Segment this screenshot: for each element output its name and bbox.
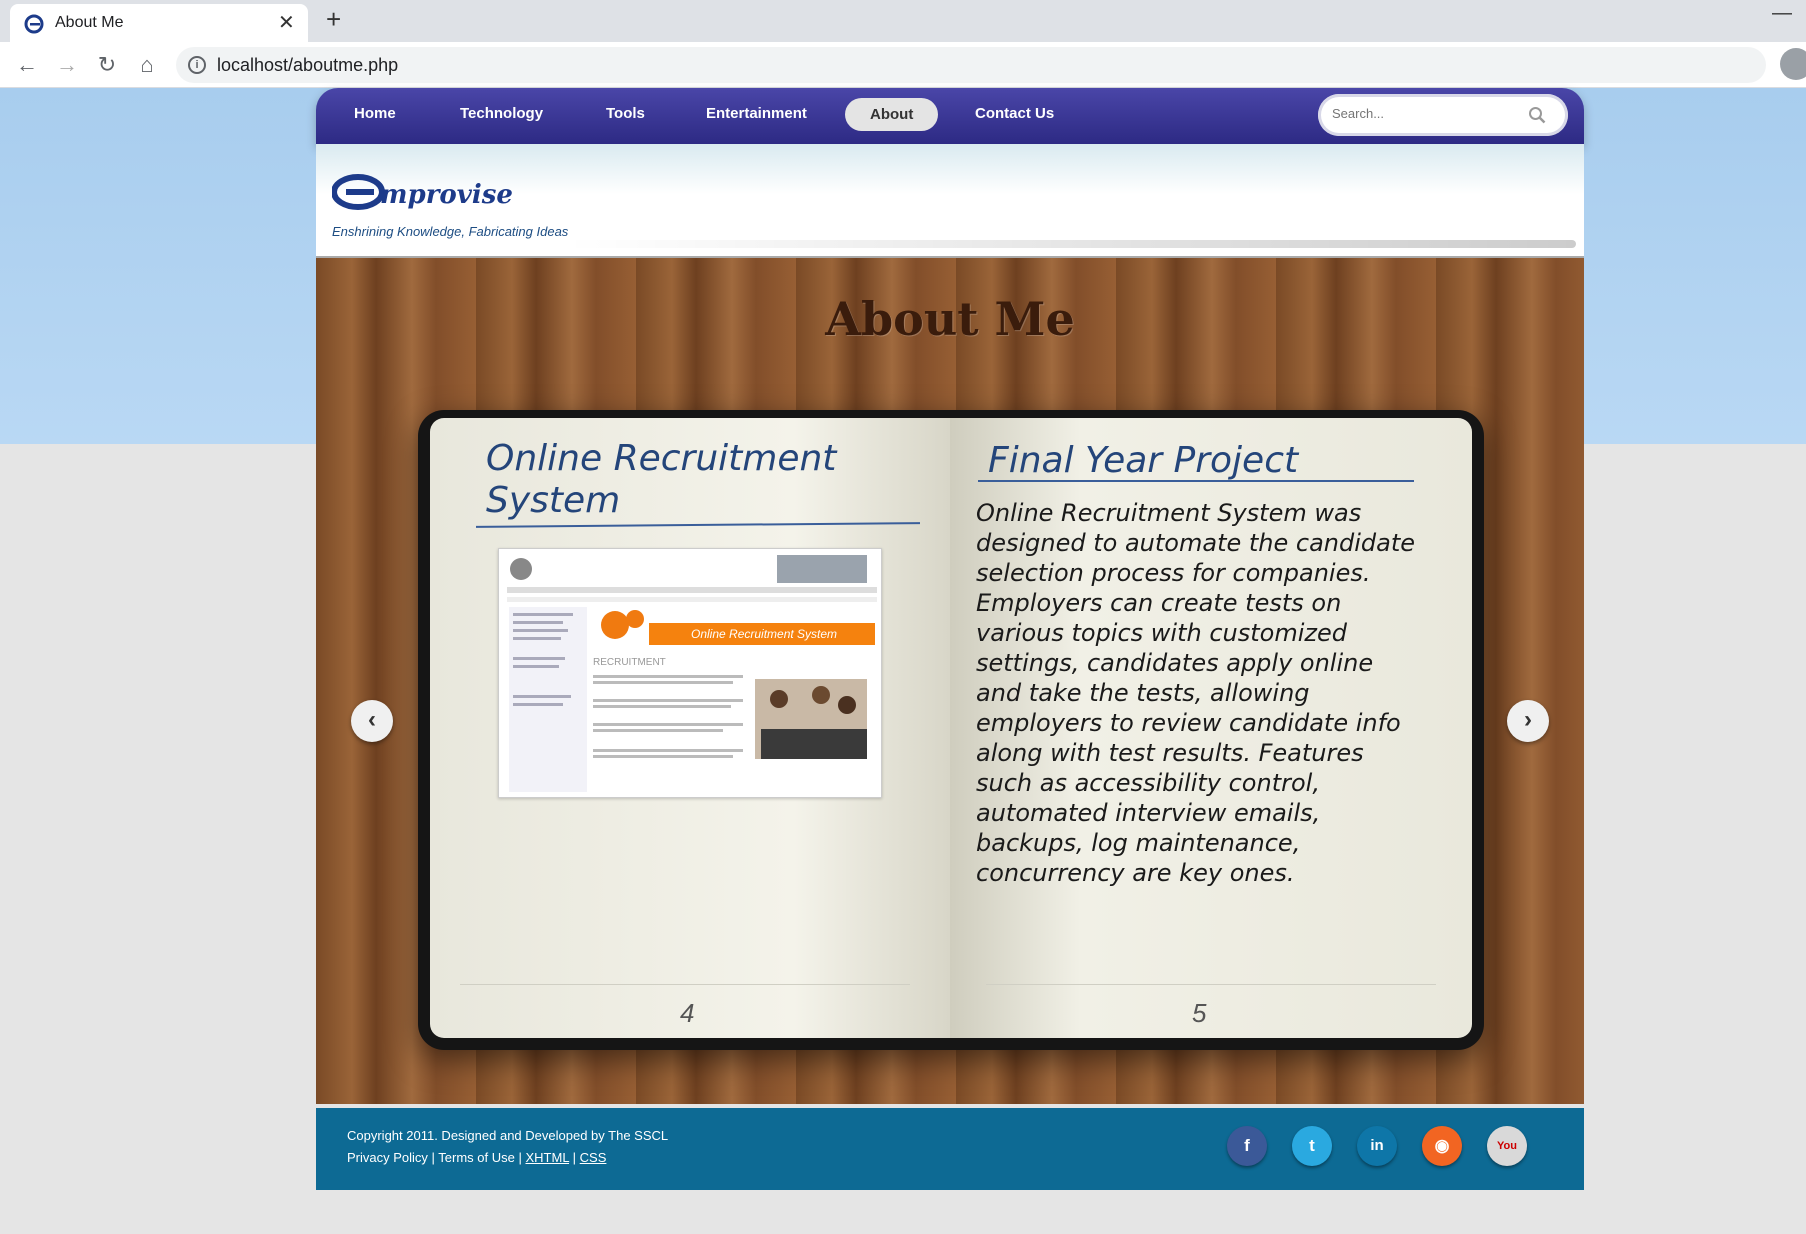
url-text[interactable]: localhost/aboutme.php xyxy=(217,55,398,76)
main-navbar: Home Technology Tools Entertainment Abou… xyxy=(316,88,1584,144)
left-page-number: 4 xyxy=(680,998,695,1028)
thumbnail-banner-text: Online Recruitment System xyxy=(691,627,837,641)
nav-entertainment[interactable]: Entertainment xyxy=(706,105,807,122)
browser-tab[interactable]: About Me ✕ xyxy=(10,4,308,42)
book-page-right: Final Year Project Online Recruitment Sy… xyxy=(950,418,1472,1038)
facebook-icon[interactable]: f xyxy=(1227,1126,1267,1166)
project-screenshot: Online Recruitment System RECRUITMENT xyxy=(498,548,882,798)
info-icon[interactable]: i xyxy=(188,56,206,74)
header-divider xyxy=(566,240,1576,248)
svg-text:mprovise: mprovise xyxy=(380,180,513,210)
footer-copyright: Copyright 2011. Designed and Developed b… xyxy=(347,1128,669,1143)
site-footer: Copyright 2011. Designed and Developed b… xyxy=(316,1108,1584,1190)
thumbnail-heading-text: RECRUITMENT xyxy=(593,657,666,668)
profile-avatar-icon[interactable] xyxy=(1780,48,1806,80)
xhtml-link[interactable]: XHTML xyxy=(525,1150,569,1165)
search-icon[interactable] xyxy=(1528,106,1546,124)
terms-of-use-link[interactable]: Terms of Use xyxy=(438,1150,515,1165)
nav-about[interactable]: About xyxy=(845,98,939,131)
site-header: mprovise Enshrining Knowledge, Fabricati… xyxy=(316,144,1584,258)
search-input[interactable] xyxy=(1332,106,1522,121)
nav-contact-us[interactable]: Contact Us xyxy=(975,105,1054,122)
nav-tools[interactable]: Tools xyxy=(606,105,645,122)
search-box xyxy=(1318,94,1568,136)
browser-tabbar: About Me ✕ + — xyxy=(0,0,1806,42)
book-page-left: Online Recruitment System Online Recruit… xyxy=(430,418,950,1038)
recruitment-site-thumbnail: Online Recruitment System RECRUITMENT xyxy=(505,555,877,793)
page-title: About Me xyxy=(825,292,1075,346)
home-icon[interactable]: ⌂ xyxy=(134,52,160,78)
browser-toolbar: ← → ↻ ⌂ i localhost/aboutme.php xyxy=(0,42,1806,88)
wood-content-area: About Me Online Recruitment System Onlin… xyxy=(316,258,1584,1104)
reload-icon[interactable]: ↻ xyxy=(94,52,120,78)
linkedin-icon[interactable]: in xyxy=(1357,1126,1397,1166)
nav-technology[interactable]: Technology xyxy=(460,105,543,122)
left-page-rule xyxy=(460,984,910,985)
right-page-title: Final Year Project xyxy=(988,440,1299,481)
forward-icon[interactable]: → xyxy=(54,52,80,78)
footer-links: Privacy Policy | Terms of Use | XHTML | … xyxy=(347,1150,607,1165)
next-page-arrow-icon[interactable]: › xyxy=(1507,700,1549,742)
privacy-policy-link[interactable]: Privacy Policy xyxy=(347,1150,428,1165)
new-tab-icon[interactable]: + xyxy=(326,4,341,35)
left-title-underline xyxy=(475,522,921,528)
back-icon[interactable]: ← xyxy=(14,52,40,78)
right-page-number: 5 xyxy=(1192,998,1207,1028)
nav-home[interactable]: Home xyxy=(354,105,396,122)
left-page-title: Online Recruitment System xyxy=(486,438,837,521)
emprovise-logo[interactable]: mprovise xyxy=(332,172,562,212)
project-description: Online Recruitment System was designed t… xyxy=(976,499,1416,887)
rss-icon[interactable]: ◉ xyxy=(1422,1126,1462,1166)
close-tab-icon[interactable]: ✕ xyxy=(278,10,295,35)
right-title-underline xyxy=(978,480,1414,482)
tab-title: About Me xyxy=(55,14,124,31)
twitter-icon[interactable]: t xyxy=(1292,1126,1332,1166)
previous-page-arrow-icon[interactable]: ‹ xyxy=(351,700,393,742)
address-bar[interactable]: i localhost/aboutme.php xyxy=(176,47,1766,83)
youtube-icon[interactable]: You xyxy=(1487,1126,1527,1166)
right-page-rule xyxy=(986,984,1436,985)
site-tagline: Enshrining Knowledge, Fabricating Ideas xyxy=(332,224,569,239)
css-link[interactable]: CSS xyxy=(580,1150,607,1165)
book-slider: Online Recruitment System Online Recruit… xyxy=(418,410,1484,1050)
minimize-icon[interactable]: — xyxy=(1772,2,1792,25)
emprovise-favicon-icon xyxy=(24,14,44,34)
